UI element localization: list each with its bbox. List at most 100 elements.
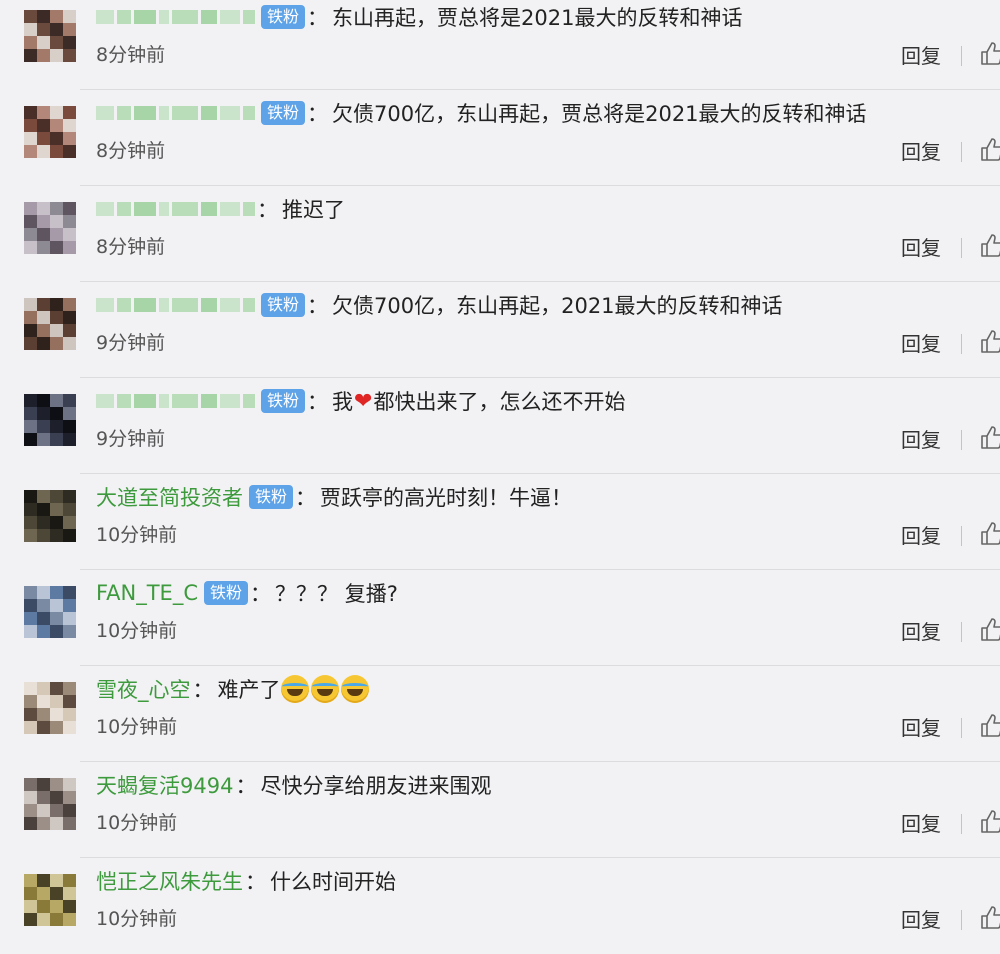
comment-list: 铁粉：东山再起，贾总将是2021最大的反转和神话 8分钟前 回复 铁粉：欠债700亿，… bbox=[0, 0, 1000, 951]
thumbs-up-icon[interactable] bbox=[980, 424, 1000, 450]
thumbs-up-icon[interactable] bbox=[980, 136, 1000, 162]
divider bbox=[961, 622, 962, 642]
username[interactable]: 天蝎复活9494 bbox=[96, 770, 233, 800]
thumbs-up-icon[interactable] bbox=[980, 712, 1000, 738]
divider bbox=[961, 910, 962, 930]
comment-item: 天蝎复活9494：尽快分享给朋友进来围观 10分钟前 回复 bbox=[0, 762, 1000, 858]
reply-button[interactable]: 回复 bbox=[901, 616, 941, 645]
reply-button[interactable]: 回复 bbox=[901, 904, 941, 933]
reply-button[interactable]: 回复 bbox=[901, 40, 941, 69]
comment-text: 我 bbox=[332, 390, 354, 414]
username[interactable] bbox=[96, 202, 255, 216]
divider bbox=[961, 238, 962, 258]
comment-time: 9分钟前 bbox=[96, 428, 166, 450]
colon-separator: ： bbox=[235, 774, 257, 798]
thumbs-up-icon[interactable] bbox=[980, 328, 1000, 354]
comment-item: 铁粉：东山再起，贾总将是2021最大的反转和神话 8分钟前 回复 bbox=[0, 0, 1000, 90]
comment-time: 9分钟前 bbox=[96, 332, 166, 354]
comment-text: 东山再起，贾总将是2021最大的反转和神话 bbox=[332, 6, 743, 30]
fan-badge: 铁粉 bbox=[261, 389, 306, 413]
username[interactable] bbox=[96, 106, 255, 120]
thumbs-up-icon[interactable] bbox=[980, 616, 1000, 642]
colon-separator: ： bbox=[250, 582, 272, 606]
colon-separator: ： bbox=[307, 390, 329, 414]
comment-line: 铁粉：我 ❤ 都快出来了，怎么还不开始 bbox=[96, 384, 625, 418]
reply-button[interactable]: 回复 bbox=[901, 136, 941, 165]
username[interactable] bbox=[96, 10, 255, 24]
reply-button[interactable]: 回复 bbox=[901, 232, 941, 261]
comment-line: 天蝎复活9494：尽快分享给朋友进来围观 bbox=[96, 768, 491, 802]
colon-separator: ： bbox=[295, 486, 317, 510]
comment-time: 10分钟前 bbox=[96, 620, 178, 642]
avatar[interactable] bbox=[24, 874, 76, 926]
comment-line: 铁粉：欠债700亿，东山再起，贾总将是2021最大的反转和神话 bbox=[96, 96, 867, 130]
comment-text: ？？？ 复播? bbox=[275, 582, 398, 606]
reply-button[interactable]: 回复 bbox=[901, 520, 941, 549]
comment-item: 铁粉：欠债700亿，东山再起，贾总将是2021最大的反转和神话 8分钟前 回复 bbox=[0, 90, 1000, 186]
divider bbox=[961, 142, 962, 162]
laugh-cry-emoji-icon bbox=[280, 675, 309, 703]
thumbs-up-icon[interactable] bbox=[980, 904, 1000, 930]
divider bbox=[961, 526, 962, 546]
reply-button[interactable]: 回复 bbox=[901, 328, 941, 357]
avatar[interactable] bbox=[24, 10, 76, 62]
avatar[interactable] bbox=[24, 586, 76, 638]
comment-text: 贾跃亭的高光时刻！牛逼！ bbox=[320, 486, 573, 510]
thumbs-up-icon[interactable] bbox=[980, 520, 1000, 546]
username[interactable]: FAN_TE_C bbox=[96, 581, 198, 605]
colon-separator: ： bbox=[257, 198, 278, 222]
divider bbox=[961, 334, 962, 354]
avatar[interactable] bbox=[24, 202, 76, 254]
thumbs-up-icon[interactable] bbox=[980, 40, 1000, 66]
thumbs-up-icon[interactable] bbox=[980, 808, 1000, 834]
comment-text: 尽快分享给朋友进来围观 bbox=[260, 774, 492, 798]
fan-badge: 铁粉 bbox=[261, 293, 306, 317]
heart-emoji-icon: ❤ bbox=[354, 388, 373, 414]
comment-line: 恺正之风朱先生：什么时间开始 bbox=[96, 864, 396, 898]
comment-text: 推迟了 bbox=[282, 198, 345, 222]
divider bbox=[961, 46, 962, 66]
avatar[interactable] bbox=[24, 778, 76, 830]
comment-text-tail: 都快出来了，怎么还不开始 bbox=[373, 390, 626, 414]
reply-button[interactable]: 回复 bbox=[901, 808, 941, 837]
colon-separator: ： bbox=[192, 678, 214, 702]
colon-separator: ： bbox=[307, 294, 329, 318]
avatar[interactable] bbox=[24, 394, 76, 446]
comment-item: 铁粉：我 ❤ 都快出来了，怎么还不开始 9分钟前 回复 bbox=[0, 378, 1000, 474]
comment-time: 10分钟前 bbox=[96, 908, 178, 930]
reply-button[interactable]: 回复 bbox=[901, 424, 941, 453]
comment-item: 雪夜_心空：难产了 10分钟前 回复 bbox=[0, 666, 1000, 762]
fan-badge: 铁粉 bbox=[204, 581, 249, 605]
thumbs-up-icon[interactable] bbox=[980, 232, 1000, 258]
avatar[interactable] bbox=[24, 106, 76, 158]
comment-time: 8分钟前 bbox=[96, 44, 166, 66]
laugh-cry-emoji-icon bbox=[340, 675, 369, 703]
username[interactable]: 恺正之风朱先生 bbox=[96, 866, 243, 896]
comment-time: 10分钟前 bbox=[96, 524, 178, 546]
comment-line: ：推迟了 bbox=[96, 192, 345, 226]
username[interactable] bbox=[96, 298, 255, 312]
comment-text: 什么时间开始 bbox=[270, 870, 396, 894]
comment-line: 雪夜_心空：难产了 bbox=[96, 672, 371, 706]
laugh-cry-emoji-icon bbox=[310, 675, 339, 703]
colon-separator: ： bbox=[307, 102, 329, 126]
comment-time: 10分钟前 bbox=[96, 716, 178, 738]
reply-button[interactable]: 回复 bbox=[901, 712, 941, 741]
comment-line: 大道至简投资者 铁粉：贾跃亭的高光时刻！牛逼！ bbox=[96, 480, 572, 514]
username[interactable]: 大道至简投资者 bbox=[96, 482, 243, 512]
fan-badge: 铁粉 bbox=[249, 485, 294, 509]
username[interactable] bbox=[96, 394, 255, 408]
comment-item: 恺正之风朱先生：什么时间开始 10分钟前 回复 bbox=[0, 858, 1000, 954]
divider bbox=[961, 814, 962, 834]
comment-text: 欠债700亿，东山再起，2021最大的反转和神话 bbox=[332, 294, 783, 318]
fan-badge: 铁粉 bbox=[261, 101, 306, 125]
avatar[interactable] bbox=[24, 490, 76, 542]
avatar[interactable] bbox=[24, 682, 76, 734]
username[interactable]: 雪夜_心空 bbox=[96, 674, 191, 704]
divider bbox=[961, 718, 962, 738]
comment-time: 8分钟前 bbox=[96, 140, 166, 162]
avatar[interactable] bbox=[24, 298, 76, 350]
comment-item: FAN_TE_C 铁粉：？？？ 复播? 10分钟前 回复 bbox=[0, 570, 1000, 666]
comment-item: ：推迟了 8分钟前 回复 bbox=[0, 186, 1000, 282]
divider bbox=[961, 430, 962, 450]
